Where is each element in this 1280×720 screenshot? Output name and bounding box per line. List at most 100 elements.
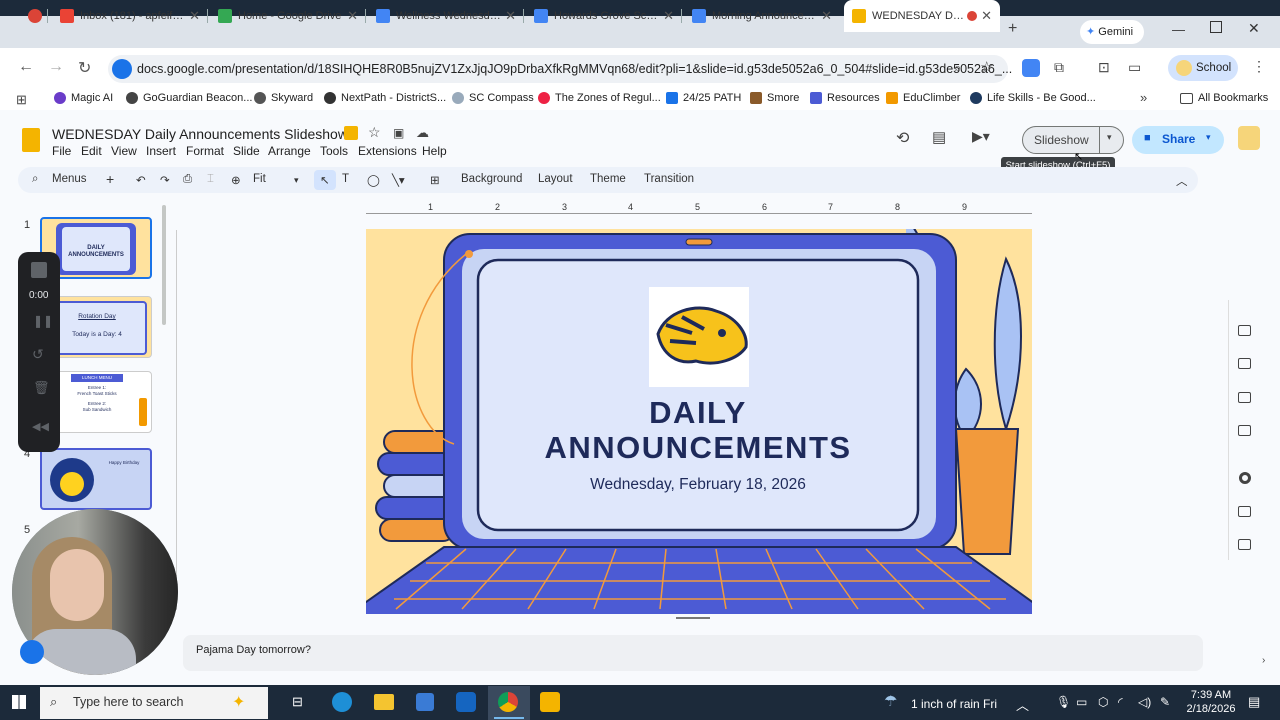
chevron-up-icon[interactable]: ︿ [1016, 695, 1029, 714]
display-icon[interactable]: ▭ [1076, 695, 1087, 709]
trash-icon[interactable]: 🗑 [33, 380, 50, 396]
browser-tab-drive[interactable]: Home - Google Drive ✕ [210, 0, 366, 32]
zoom-icon[interactable]: ⊕ [231, 173, 241, 187]
menu-file[interactable]: File [52, 144, 71, 158]
menu-view[interactable]: View [111, 144, 137, 158]
maximize-icon[interactable] [1210, 21, 1222, 33]
paint-format-icon[interactable]: ⌶ [207, 173, 214, 186]
add-comment-icon[interactable]: ⊞ [430, 173, 440, 187]
browser-tab-recording[interactable] [20, 0, 48, 32]
meet-video-icon[interactable]: ▶▾ [972, 128, 990, 145]
recorder-button[interactable] [20, 640, 44, 664]
pen-icon[interactable]: ✎ [1160, 695, 1170, 709]
task-view-icon[interactable]: ⊟ [292, 694, 303, 710]
notes-resize-handle[interactable] [676, 617, 710, 619]
transition-button[interactable]: Transition [644, 173, 694, 185]
bookmark-goguardian[interactable]: GoGuardian Beacon... [126, 92, 252, 104]
filmstrip-scrollbar[interactable] [162, 205, 166, 325]
menu-arrange[interactable]: Arrange [268, 144, 311, 158]
redo-icon[interactable]: ↷ [160, 173, 170, 187]
line-icon[interactable]: ╲▾ [392, 173, 405, 187]
menu-tools[interactable]: Tools [320, 144, 348, 158]
version-history-icon[interactable]: ⟲ [896, 128, 909, 148]
shape-icon[interactable]: ◯ [367, 173, 380, 187]
file-explorer-icon[interactable] [374, 694, 394, 710]
close-icon[interactable]: ✕ [347, 8, 358, 24]
clock[interactable]: 7:39 AM 2/18/2026 [1186, 689, 1236, 715]
browser-tab-howards-grove[interactable]: Howards Grove Schoo ✕ [526, 0, 682, 32]
print-icon[interactable]: ⎙ [183, 173, 192, 186]
bookmark-nextpath[interactable]: NextPath - DistrictS... [324, 92, 446, 104]
slide-canvas[interactable]: DAILY ANNOUNCEMENTS Wednesday, February … [366, 229, 1032, 614]
menu-extensions[interactable]: Extensions [358, 144, 417, 158]
extension-icon[interactable] [1022, 59, 1040, 77]
close-icon[interactable]: ✕ [189, 8, 200, 24]
browser-tab-wednesday-daily[interactable]: WEDNESDAY Daily ✕ [844, 0, 1000, 32]
bookmark-smore[interactable]: Smore [750, 92, 799, 104]
edge-icon[interactable] [332, 692, 352, 712]
zoom-icon[interactable]: ⌕ [954, 60, 961, 76]
bookmark-star-icon[interactable]: ☆ [980, 58, 993, 76]
tasks-icon[interactable] [1238, 358, 1251, 369]
star-icon[interactable]: ☆ [368, 124, 381, 141]
new-tab-icon[interactable]: + [1008, 20, 1017, 38]
chevron-down-icon[interactable]: ▾ [294, 175, 299, 186]
outlook-icon[interactable] [456, 692, 476, 712]
menu-insert[interactable]: Insert [146, 144, 176, 158]
apps-grid-icon[interactable]: ⊞ [16, 92, 27, 108]
stop-recording-icon[interactable] [31, 262, 47, 278]
bookmark-zones-of-regulation[interactable]: The Zones of Regul... [538, 92, 661, 104]
pause-icon[interactable]: ❚❚ [33, 314, 53, 328]
cast-icon[interactable]: ▭ [1128, 59, 1141, 76]
windows-start-icon[interactable] [12, 695, 26, 709]
close-icon[interactable]: ✕ [821, 8, 832, 24]
menu-edit[interactable]: Edit [81, 144, 102, 158]
gemini-button[interactable]: ✦ Gemini [1080, 20, 1144, 44]
weather-text[interactable]: 1 inch of rain Fri [911, 697, 997, 711]
slideshow-button[interactable]: Slideshow ▾ [1022, 126, 1124, 154]
back-icon[interactable]: ← [18, 58, 34, 76]
background-button[interactable]: Background [461, 173, 522, 185]
bookmark-educlimber[interactable]: EduClimber [886, 92, 960, 104]
reload-icon[interactable]: ↻ [78, 58, 91, 78]
keep-notes-icon[interactable] [1238, 325, 1251, 336]
microphone-icon[interactable]: 🎙 [1056, 695, 1071, 709]
video-icon[interactable] [1238, 506, 1251, 517]
undo-icon[interactable]: ↶ [136, 173, 146, 187]
close-icon[interactable]: ✕ [981, 8, 992, 24]
move-folder-icon[interactable]: ▣ [393, 126, 404, 140]
menu-slide[interactable]: Slide [233, 144, 260, 158]
slide-title[interactable]: DAILY ANNOUNCEMENTS [478, 395, 918, 465]
vpn-icon[interactable]: ⬡ [1098, 695, 1108, 709]
slide-thumbnail-4[interactable]: Happy Birthday [40, 448, 152, 510]
slides-taskbar-icon[interactable] [540, 692, 560, 712]
restart-icon[interactable]: ↺ [32, 346, 44, 363]
search-menus-icon[interactable]: ⌕ [32, 173, 38, 186]
contacts-icon[interactable] [1238, 392, 1251, 403]
browser-tab-morning-announcements[interactable]: Morning Announceme ✕ [684, 0, 840, 32]
menu-help[interactable]: Help [422, 144, 447, 158]
bookmark-life-skills[interactable]: Life Skills - Be Good... [970, 92, 1096, 104]
minimize-icon[interactable]: — [1172, 22, 1185, 37]
close-icon[interactable]: ✕ [663, 8, 674, 24]
layout-button[interactable]: Layout [538, 173, 573, 185]
screen-search-icon[interactable]: ⊡ [1098, 59, 1110, 76]
browser-tab-wellness[interactable]: Wellness Wednesday ✕ [368, 0, 524, 32]
extensions-puzzle-icon[interactable]: ⧉ [1054, 59, 1064, 76]
bookmark-resources[interactable]: Resources [810, 92, 880, 104]
text-box-icon[interactable]: T [342, 173, 349, 185]
browser-tab-gmail[interactable]: Inbox (181) - apfeifer@ ✕ [52, 0, 208, 32]
wifi-icon[interactable]: ◜ [1118, 695, 1123, 709]
menu-format[interactable]: Format [186, 144, 224, 158]
notifications-icon[interactable]: ▤ [1248, 694, 1260, 710]
store-icon[interactable] [416, 693, 434, 711]
slides-badge-icon[interactable] [344, 126, 358, 140]
share-button[interactable]: ■ Share ▾ [1132, 126, 1224, 154]
more-bookmarks-icon[interactable]: » [1140, 90, 1147, 105]
document-title[interactable]: WEDNESDAY Daily Announcements Slideshow [52, 126, 348, 142]
bookmark-skyward[interactable]: Skyward [254, 92, 313, 104]
forward-icon[interactable]: → [48, 58, 64, 76]
bookmark-path[interactable]: 24/25 PATH [666, 92, 741, 104]
slides-side-icon[interactable] [1238, 539, 1251, 550]
record-side-icon[interactable] [1239, 472, 1251, 484]
